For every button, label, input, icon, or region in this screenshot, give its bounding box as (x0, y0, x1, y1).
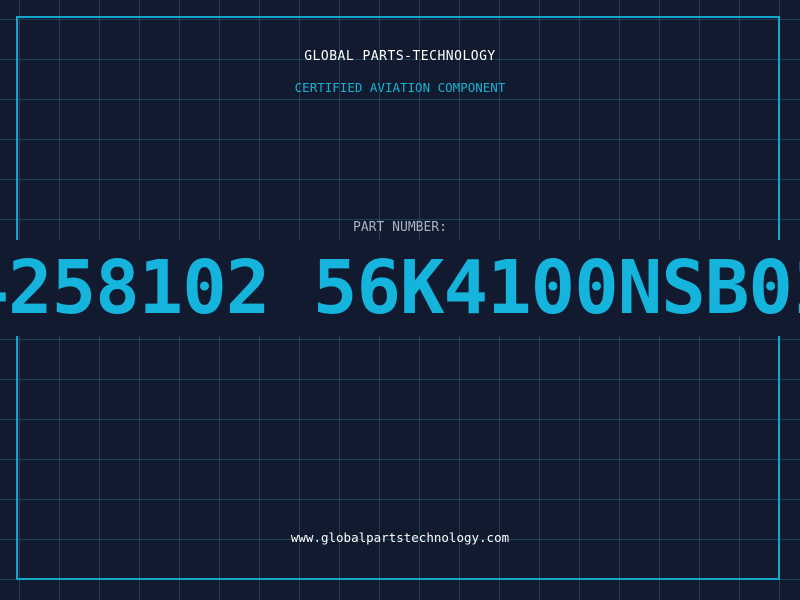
part-number-value: 4258102 56K4100NSB01 (0, 245, 800, 331)
part-number-label: PART NUMBER: (353, 220, 447, 235)
company-name: GLOBAL PARTS-TECHNOLOGY (304, 49, 496, 64)
certification-subtitle: CERTIFIED AVIATION COMPONENT (294, 80, 506, 95)
website-url: www.globalpartstechnology.com (290, 530, 510, 545)
part-number-band: 4258102 56K4100NSB01 (0, 240, 800, 336)
